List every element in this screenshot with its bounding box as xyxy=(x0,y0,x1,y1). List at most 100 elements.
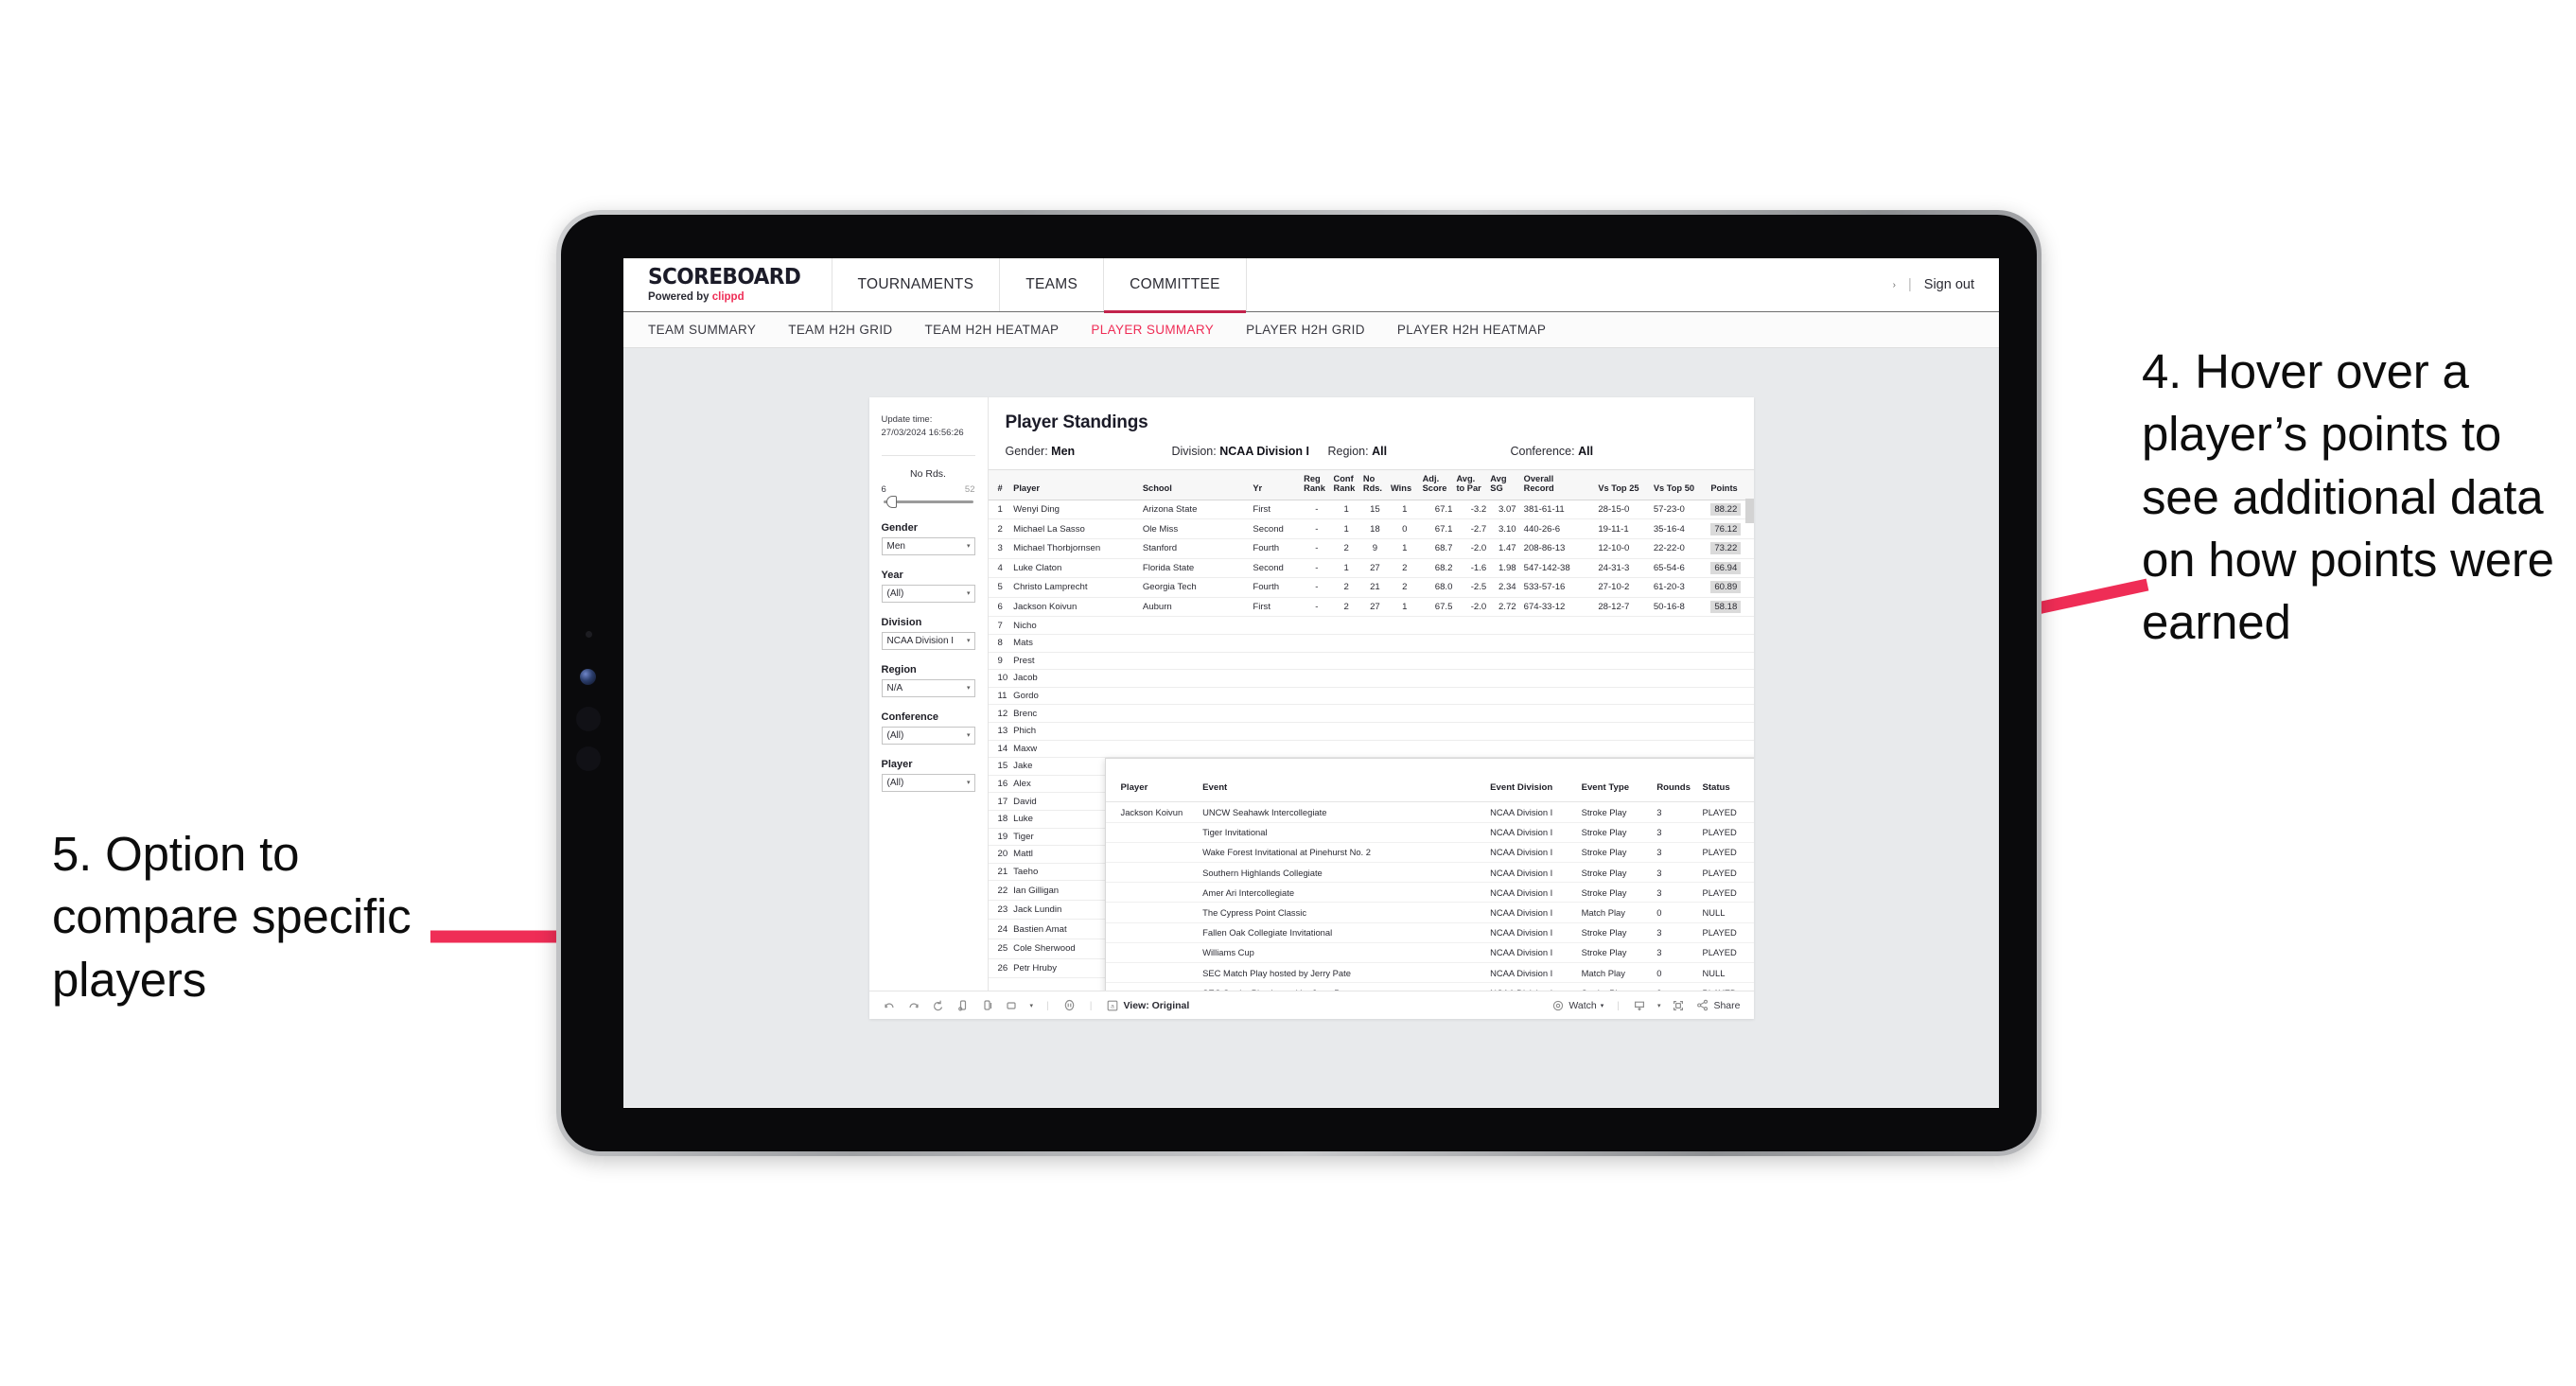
table-row[interactable]: 14 Maxw xyxy=(988,740,1754,759)
points-chip[interactable]: 66.94 xyxy=(1710,561,1742,574)
slider-track[interactable] xyxy=(883,495,973,508)
cell-player: Michael Thorbjornsen xyxy=(1011,538,1141,559)
view-original-button[interactable]: a View: Original xyxy=(1105,998,1189,1012)
col-no-rounds[interactable]: No Rds. xyxy=(1360,469,1389,500)
table-row[interactable]: 2 Michael La Sasso Ole Miss Second -1 18 0 67.1… xyxy=(988,518,1754,539)
tt-cell-event-type: Stroke Play xyxy=(1579,801,1656,823)
col-rank[interactable]: # xyxy=(988,469,1012,500)
subnav-team-h2h-grid[interactable]: TEAM H2H GRID xyxy=(788,323,892,337)
col-adj-l2: Score xyxy=(1422,483,1447,494)
filter-division-select[interactable]: NCAA Division I ▾ xyxy=(881,631,975,650)
topnav-teams[interactable]: TEAMS xyxy=(1000,258,1105,311)
col-adj-score[interactable]: Adj. Score xyxy=(1420,469,1455,500)
table-row[interactable]: 11 Gordo xyxy=(988,687,1754,706)
pause-auto-update-icon[interactable] xyxy=(1062,998,1077,1012)
filter-gender-select[interactable]: Men ▾ xyxy=(881,536,975,555)
topnav-committee[interactable]: COMMITTEE xyxy=(1104,258,1247,313)
cell-vs-top-25: 19-11-1 xyxy=(1594,518,1652,539)
filter-region-select[interactable]: N/A ▾ xyxy=(881,678,975,697)
cell-points[interactable] xyxy=(1709,634,1754,653)
breadcrumb-division-label: Division: xyxy=(1171,445,1217,458)
col-vs-top-25[interactable]: Vs Top 25 xyxy=(1594,469,1652,500)
cell-points[interactable]: 66.94 xyxy=(1709,558,1754,579)
points-chip[interactable]: 88.22 xyxy=(1710,503,1742,517)
share-button[interactable]: Share xyxy=(1695,998,1741,1012)
points-chip[interactable]: 58.18 xyxy=(1710,601,1742,614)
redo-icon[interactable] xyxy=(907,998,921,1012)
device-preview-caret-icon[interactable]: ▾ xyxy=(1030,1002,1034,1009)
cell-points[interactable] xyxy=(1709,652,1754,671)
cell-avg-to-par: -2.5 xyxy=(1454,577,1489,598)
table-row[interactable]: 10 Jacob xyxy=(988,669,1754,688)
subnav-team-summary[interactable]: TEAM SUMMARY xyxy=(648,323,756,337)
cell-points[interactable]: 60.89 xyxy=(1709,577,1754,598)
subnav-player-h2h-heatmap[interactable]: PLAYER H2H HEATMAP xyxy=(1397,323,1546,337)
col-overall-record[interactable]: Overall Record xyxy=(1517,469,1595,500)
col-yr[interactable]: Yr xyxy=(1251,469,1303,500)
col-wins[interactable]: Wins xyxy=(1388,469,1421,500)
device-preview-icon[interactable] xyxy=(1006,998,1020,1012)
filter-conference-select[interactable]: (All) ▾ xyxy=(881,726,975,745)
breadcrumb-division-value: NCAA Division I xyxy=(1219,445,1309,458)
cell-points[interactable] xyxy=(1709,687,1754,706)
tt-cell-event-type: Match Play xyxy=(1579,962,1656,984)
cell-points[interactable] xyxy=(1709,616,1754,635)
undo-icon[interactable] xyxy=(883,998,897,1012)
revert-icon[interactable] xyxy=(932,998,946,1012)
subnav-team-h2h-heatmap[interactable]: TEAM H2H HEATMAP xyxy=(925,323,1060,337)
col-avg-to-par[interactable]: Avg. to Par xyxy=(1454,469,1489,500)
filter-year-select[interactable]: (All) ▾ xyxy=(881,584,975,603)
table-row[interactable]: 3 Michael Thorbjornsen Stanford Fourth -2 9 1 6… xyxy=(988,538,1754,559)
pause-updates-icon[interactable] xyxy=(981,998,995,1012)
subnav-player-h2h-grid[interactable]: PLAYER H2H GRID xyxy=(1246,323,1365,337)
tt-col-event-type: Event Type xyxy=(1579,768,1656,803)
table-row[interactable]: 6 Jackson Koivun Auburn First -2 27 1 67.5 -2.0 2… xyxy=(988,597,1754,618)
vertical-scrollbar[interactable] xyxy=(1744,499,1754,523)
view-icon: a xyxy=(1105,998,1119,1012)
cell-overall-record xyxy=(1517,722,1595,741)
col-sg-l2: SG xyxy=(1490,483,1503,494)
filter-player-select[interactable]: (All) ▾ xyxy=(881,773,975,792)
col-avg-sg[interactable]: Avg SG xyxy=(1488,469,1518,500)
fullscreen-icon[interactable] xyxy=(1671,998,1685,1012)
table-row[interactable]: 12 Brenc xyxy=(988,704,1754,723)
points-chip[interactable]: 73.22 xyxy=(1710,542,1742,555)
cell-points[interactable] xyxy=(1709,704,1754,723)
cell-points[interactable] xyxy=(1709,722,1754,741)
points-chip[interactable]: 76.12 xyxy=(1710,522,1742,535)
col-vs-top-50[interactable]: Vs Top 50 xyxy=(1651,469,1709,500)
table-row[interactable]: 1 Wenyi Ding Arizona State First -1 15 1 67.1 -3… xyxy=(988,500,1754,520)
cell-points[interactable] xyxy=(1709,669,1754,688)
slider-thumb[interactable] xyxy=(885,495,897,508)
table-row[interactable]: 7 Nicho xyxy=(988,616,1754,635)
cell-points[interactable] xyxy=(1709,740,1754,759)
refresh-data-icon[interactable] xyxy=(956,998,971,1012)
slider-track-wrapper[interactable] xyxy=(882,495,975,508)
topnav-tournaments[interactable]: TOURNAMENTS xyxy=(832,258,1001,311)
cell-adj-score: 68.7 xyxy=(1420,538,1455,559)
col-player[interactable]: Player xyxy=(1011,469,1141,500)
brand-logo[interactable]: SCOREBOARD Powered by clippd xyxy=(623,258,832,311)
table-row[interactable]: 4 Luke Claton Florida State Second -1 27 2 68.2… xyxy=(988,558,1754,579)
cell-rank: 18 xyxy=(988,810,1012,829)
tooltip-row: Southern Highlands Collegiate NCAA Divisi… xyxy=(1105,862,1754,884)
tt-cell-event-type: Stroke Play xyxy=(1579,942,1656,963)
col-conf-rank[interactable]: Conf Rank xyxy=(1331,469,1361,500)
download-caret-icon[interactable]: ▾ xyxy=(1657,1002,1661,1009)
table-row[interactable]: 9 Prest xyxy=(988,652,1754,671)
table-row[interactable]: 5 Christo Lamprecht Georgia Tech Fourth -2 21… xyxy=(988,577,1754,598)
table-row[interactable]: 13 Phich xyxy=(988,722,1754,741)
cell-points[interactable]: 58.18 xyxy=(1709,597,1754,618)
cell-player: Phich xyxy=(1011,722,1141,741)
col-points[interactable]: Points xyxy=(1709,469,1754,500)
col-school[interactable]: School xyxy=(1140,469,1252,500)
points-chip[interactable]: 60.89 xyxy=(1710,581,1742,594)
table-row[interactable]: 8 Mats xyxy=(988,634,1754,653)
download-icon[interactable] xyxy=(1633,998,1647,1012)
chevron-right-icon[interactable]: › xyxy=(1893,280,1896,290)
cell-points[interactable]: 73.22 xyxy=(1709,538,1754,559)
col-reg-rank[interactable]: Reg Rank xyxy=(1302,469,1332,500)
sign-out-link[interactable]: Sign out xyxy=(1924,277,1974,292)
subnav-player-summary[interactable]: PLAYER SUMMARY xyxy=(1091,323,1214,337)
watch-button[interactable]: Watch ▾ xyxy=(1551,998,1603,1012)
